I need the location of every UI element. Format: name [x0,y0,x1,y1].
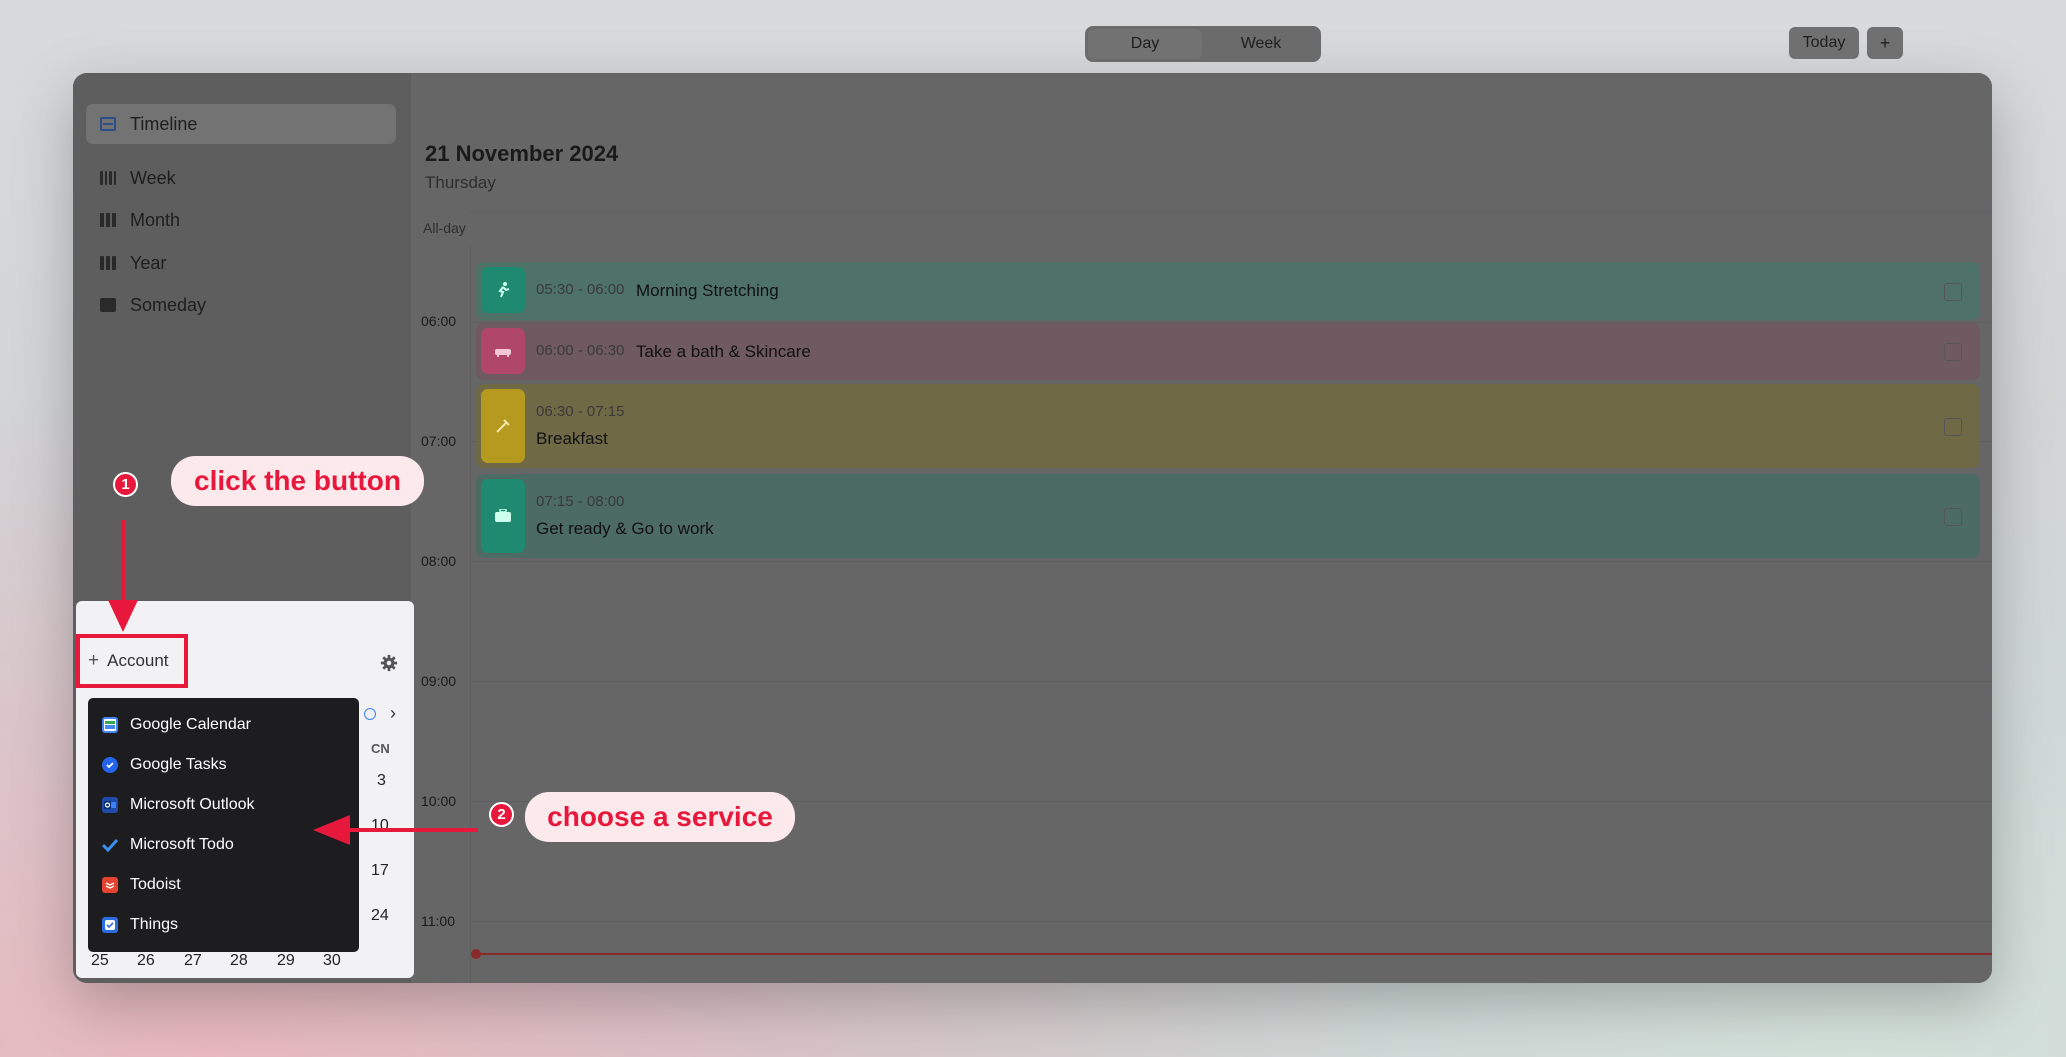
arrowhead-left [313,815,350,845]
annotation-arrows [108,520,478,845]
arrowhead-down [108,600,138,632]
